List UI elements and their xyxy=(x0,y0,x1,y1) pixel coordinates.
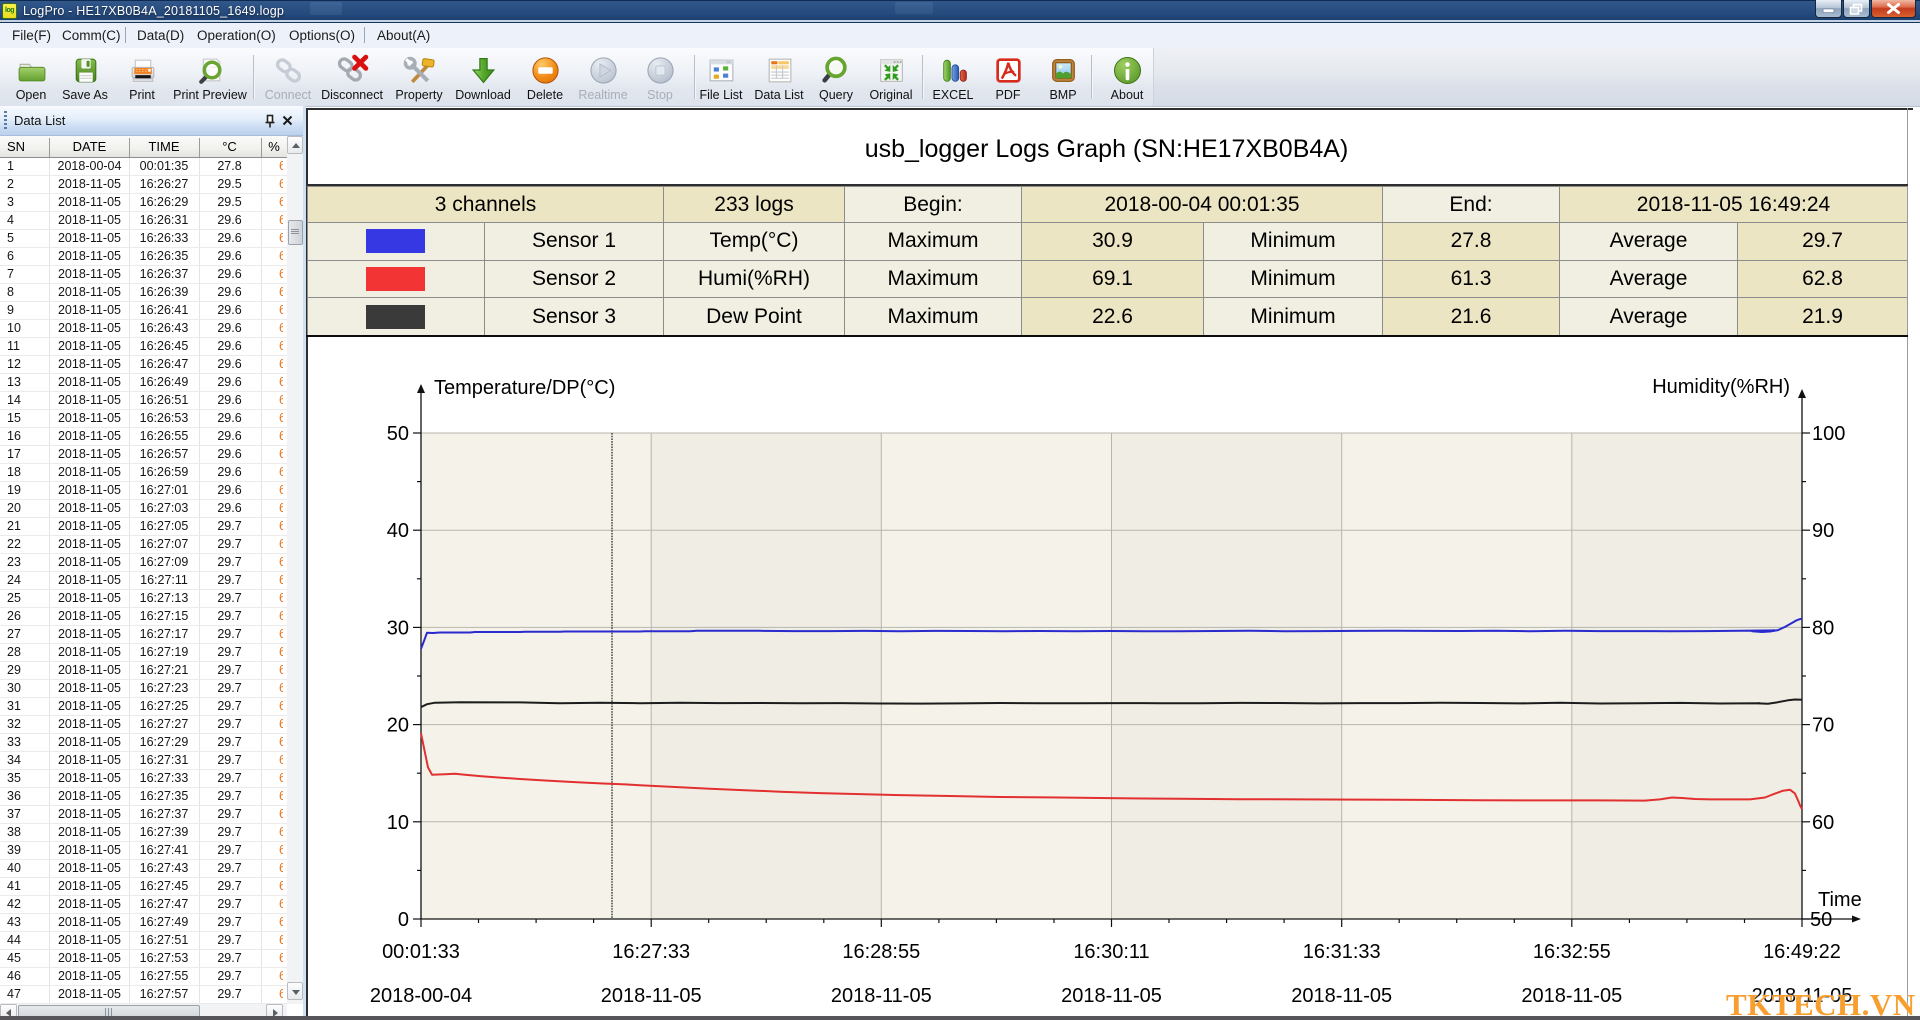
svg-text:2018-00-04: 2018-00-04 xyxy=(370,985,472,1007)
svg-text:16:31:33: 16:31:33 xyxy=(1303,941,1381,963)
svg-text:16:28:55: 16:28:55 xyxy=(842,941,920,963)
svg-text:2018-11-05: 2018-11-05 xyxy=(831,985,932,1007)
svg-text:80: 80 xyxy=(1812,617,1834,639)
svg-text:100: 100 xyxy=(1812,423,1845,445)
svg-text:16:27:33: 16:27:33 xyxy=(612,941,690,963)
svg-text:90: 90 xyxy=(1812,520,1834,542)
svg-text:00:01:33: 00:01:33 xyxy=(382,941,460,963)
svg-text:Time: Time xyxy=(1818,889,1862,911)
svg-text:10: 10 xyxy=(387,812,409,834)
svg-text:2018-11-05: 2018-11-05 xyxy=(601,985,702,1007)
svg-text:0: 0 xyxy=(398,909,409,931)
svg-text:50: 50 xyxy=(1810,909,1832,931)
svg-text:16:30:11: 16:30:11 xyxy=(1073,941,1149,963)
svg-text:40: 40 xyxy=(387,520,409,542)
svg-text:16:49:22: 16:49:22 xyxy=(1763,941,1841,963)
svg-text:16:32:55: 16:32:55 xyxy=(1533,941,1611,963)
svg-text:70: 70 xyxy=(1812,715,1834,737)
svg-text:2018-11-05: 2018-11-05 xyxy=(1521,985,1622,1007)
svg-text:30: 30 xyxy=(387,617,409,639)
svg-text:60: 60 xyxy=(1812,812,1834,834)
svg-text:50: 50 xyxy=(387,423,409,445)
svg-text:2018-11-05: 2018-11-05 xyxy=(1061,985,1162,1007)
svg-text:20: 20 xyxy=(387,715,409,737)
svg-text:Temperature/DP(°C): Temperature/DP(°C) xyxy=(434,377,615,399)
svg-text:2018-11-05: 2018-11-05 xyxy=(1291,985,1392,1007)
svg-text:Humidity(%RH): Humidity(%RH) xyxy=(1652,376,1790,398)
